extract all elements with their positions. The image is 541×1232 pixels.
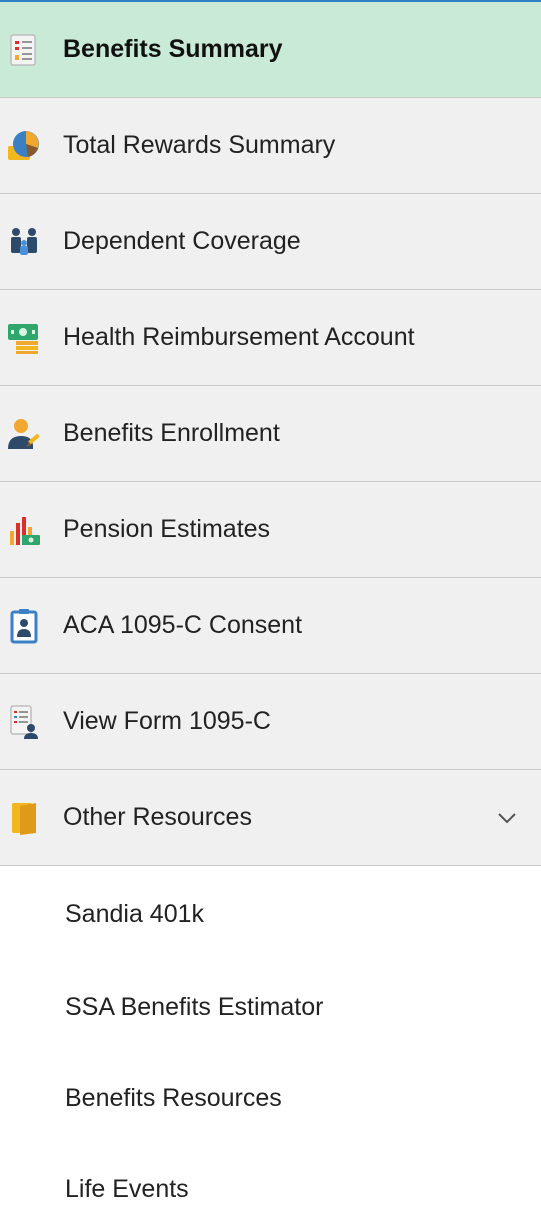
folder-icon (6, 800, 42, 836)
submenu-item-sandia-401k[interactable]: Sandia 401k (0, 866, 541, 962)
nav-item-aca-1095c-consent[interactable]: ACA 1095-C Consent (0, 578, 541, 674)
nav-item-view-form-1095c[interactable]: View Form 1095-C (0, 674, 541, 770)
benefits-nav-menu: Benefits Summary Total Rewards Summary D (0, 0, 541, 1232)
nav-item-benefits-enrollment[interactable]: Benefits Enrollment (0, 386, 541, 482)
nav-item-label: Dependent Coverage (63, 227, 301, 255)
nav-item-dependent-coverage[interactable]: Dependent Coverage (0, 194, 541, 290)
nav-item-label: Total Rewards Summary (63, 131, 336, 159)
submenu-item-ssa-benefits-estimator[interactable]: SSA Benefits Estimator (0, 962, 541, 1053)
nav-item-benefits-summary[interactable]: Benefits Summary (0, 2, 541, 98)
nav-item-label: Other Resources (63, 803, 252, 831)
nav-item-label: ACA 1095-C Consent (63, 611, 303, 639)
nav-item-label: Pension Estimates (63, 515, 271, 543)
pension-estimates-icon (6, 512, 42, 548)
nav-item-pension-estimates[interactable]: Pension Estimates (0, 482, 541, 578)
benefits-enrollment-icon (6, 416, 42, 452)
nav-item-total-rewards-summary[interactable]: Total Rewards Summary (0, 98, 541, 194)
nav-item-health-reimbursement-account[interactable]: Health Reimbursement Account (0, 290, 541, 386)
total-rewards-icon (6, 128, 42, 164)
aca-consent-icon (6, 608, 42, 644)
health-reimbursement-icon (6, 320, 42, 356)
nav-item-label: Benefits Summary (63, 35, 283, 63)
view-form-icon (6, 704, 42, 740)
chevron-down-icon[interactable] (495, 806, 519, 830)
nav-item-other-resources[interactable]: Other Resources (0, 770, 541, 866)
dependent-coverage-icon (6, 224, 42, 260)
nav-item-label: View Form 1095-C (63, 707, 271, 735)
nav-item-label: Health Reimbursement Account (63, 323, 415, 351)
submenu-item-benefits-resources[interactable]: Benefits Resources (0, 1053, 541, 1144)
benefits-summary-icon (6, 32, 42, 68)
submenu-item-life-events[interactable]: Life Events (0, 1144, 541, 1232)
nav-item-label: Benefits Enrollment (63, 419, 280, 447)
other-resources-submenu: Sandia 401k SSA Benefits Estimator Benef… (0, 866, 541, 1232)
